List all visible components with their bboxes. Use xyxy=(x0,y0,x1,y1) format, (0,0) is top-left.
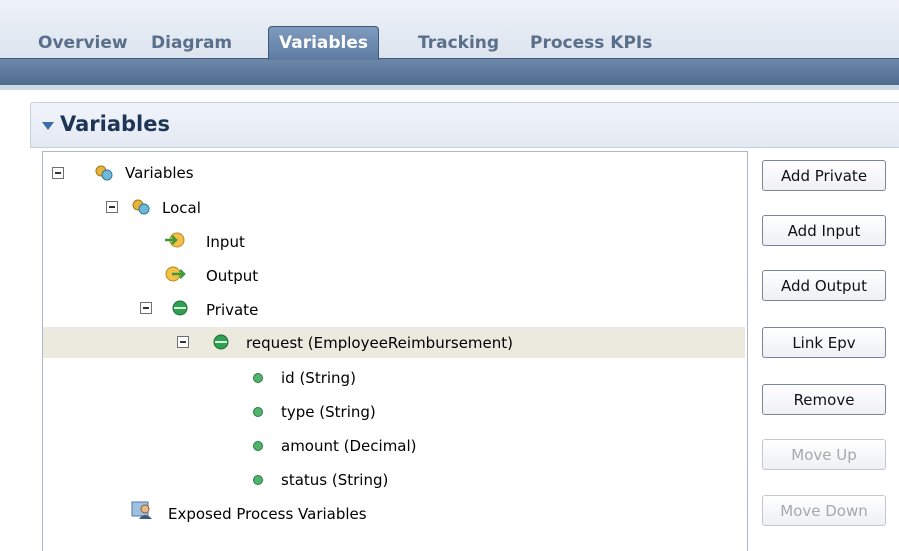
tree-item-field-amount[interactable]: amount (Decimal) xyxy=(281,432,417,460)
add-output-button[interactable]: Add Output xyxy=(762,270,886,301)
tree-item-field-type[interactable]: type (String) xyxy=(281,398,376,426)
collapse-private-toggle[interactable] xyxy=(140,302,152,314)
add-input-button[interactable]: Add Input xyxy=(762,215,886,246)
tab-tracking[interactable]: Tracking xyxy=(418,28,499,58)
remove-button[interactable]: Remove xyxy=(762,384,886,415)
collapse-variables-toggle[interactable] xyxy=(52,167,64,179)
section-title: Variables xyxy=(60,112,170,136)
request-variable-icon xyxy=(213,334,229,350)
collapse-local-toggle[interactable] xyxy=(106,201,118,213)
input-arrow-icon xyxy=(165,232,185,248)
link-epv-button[interactable]: Link Epv xyxy=(762,327,886,358)
field-dot-icon xyxy=(253,407,263,417)
tree-item-request[interactable]: request (EmployeeReimbursement) xyxy=(246,329,513,357)
tab-variables[interactable]: Variables xyxy=(268,26,380,60)
move-up-button[interactable]: Move Up xyxy=(762,439,886,470)
field-dot-icon xyxy=(253,475,263,485)
move-down-button[interactable]: Move Down xyxy=(762,495,886,526)
private-variable-icon xyxy=(172,300,188,316)
field-dot-icon xyxy=(253,441,263,451)
tree-item-exposed-process-variables[interactable]: Exposed Process Variables xyxy=(168,500,367,528)
add-private-button[interactable]: Add Private xyxy=(762,160,886,191)
tree-item-private[interactable]: Private xyxy=(206,296,258,324)
exposed-variables-icon xyxy=(131,501,152,519)
output-arrow-icon xyxy=(165,266,186,282)
tree-item-local[interactable]: Local xyxy=(162,194,201,222)
tree-item-field-id[interactable]: id (String) xyxy=(281,364,356,392)
field-dot-icon xyxy=(253,373,263,383)
tab-bar-band xyxy=(0,58,899,85)
tab-process-kpis[interactable]: Process KPIs xyxy=(530,28,652,58)
tab-overview[interactable]: Overview xyxy=(38,28,128,58)
tree-item-output[interactable]: Output xyxy=(206,262,258,290)
tree-item-field-status[interactable]: status (String) xyxy=(281,466,388,494)
local-group-icon xyxy=(132,199,150,215)
tab-diagram[interactable]: Diagram xyxy=(151,28,232,58)
variables-group-icon xyxy=(95,165,113,181)
collapse-request-toggle[interactable] xyxy=(177,336,189,348)
collapse-twisty-icon[interactable] xyxy=(42,122,54,130)
tree-item-input[interactable]: Input xyxy=(206,228,245,256)
tree-item-variables[interactable]: Variables xyxy=(125,159,194,187)
